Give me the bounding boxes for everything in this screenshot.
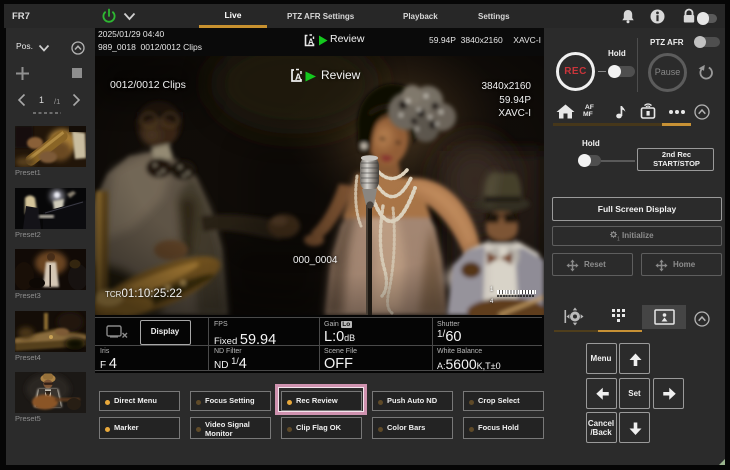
svg-text:1: 1 <box>617 237 620 242</box>
svg-text:A: A <box>295 72 302 82</box>
svg-text:A: A <box>308 38 314 47</box>
